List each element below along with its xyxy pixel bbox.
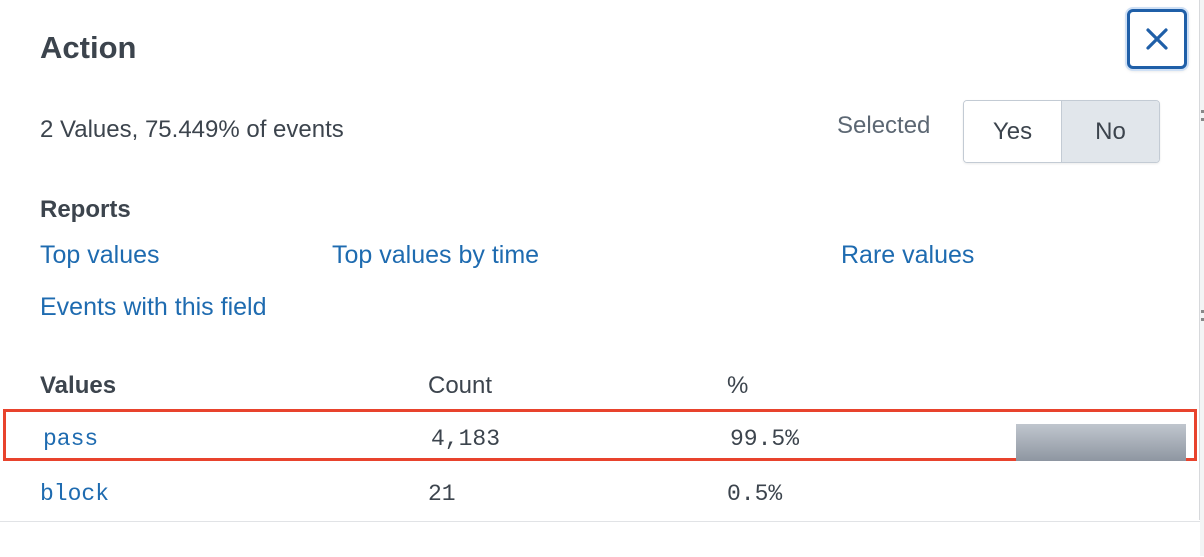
selected-toggle: Yes No [963,100,1160,163]
dialog-title: Action [40,30,137,65]
field-summary-dialog: Action 2 Values, 75.449% of events Selec… [0,0,1200,520]
percent-bar [1016,424,1187,461]
close-button[interactable] [1127,9,1187,69]
selected-no-button[interactable]: No [1061,101,1159,162]
field-summary-text: 2 Values, 75.449% of events [40,116,344,143]
count-cell: 4,183 [431,426,501,452]
percent-cell: 0.5% [727,481,783,507]
close-icon [1144,26,1170,52]
table-row[interactable]: block 21 0.5% [0,468,1199,520]
count-cell: 21 [428,481,456,507]
table-row[interactable]: pass 4,183 99.5% [3,409,1197,461]
top-values-by-time-link[interactable]: Top values by time [332,241,539,270]
percent-bar-fill [1016,424,1187,461]
percent-cell: 99.5% [730,426,800,452]
rare-values-link[interactable]: Rare values [841,241,974,270]
background-results-area [0,521,1204,557]
selected-yes-button[interactable]: Yes [964,101,1061,162]
page-edge [1200,0,1204,556]
value-link-pass[interactable]: pass [43,426,98,452]
percent-column-header: % [727,372,749,399]
values-column-header: Values [40,372,117,399]
value-link-block[interactable]: block [40,481,109,507]
reports-heading: Reports [40,196,131,223]
count-column-header: Count [428,372,493,399]
top-values-link[interactable]: Top values [40,241,160,270]
events-with-field-link[interactable]: Events with this field [40,293,267,322]
selected-label: Selected [837,112,931,139]
